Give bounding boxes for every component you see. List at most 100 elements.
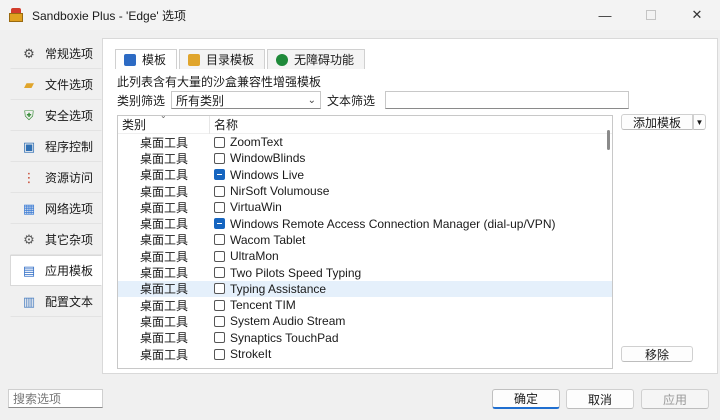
template-checkbox[interactable]: [214, 201, 225, 213]
minimize-button[interactable]: —: [582, 0, 628, 30]
item-name: StrokeIt: [230, 347, 272, 361]
dropdown-arrow-icon: ▼: [695, 117, 704, 127]
sidebar-item[interactable]: ▦ 网络选项: [10, 193, 102, 224]
template-checkbox[interactable]: [214, 169, 225, 181]
sidebar-item-label: 应用模板: [45, 264, 94, 278]
item-category: 桌面工具: [140, 331, 189, 346]
item-name: ZoomText: [230, 135, 283, 150]
tab[interactable]: 目录模板: [179, 49, 266, 69]
list-header: ⌄ 类别 名称: [118, 116, 612, 134]
sidebar-item-label: 网络选项: [45, 202, 94, 216]
column-header-name[interactable]: 名称: [210, 116, 238, 133]
template-checkbox[interactable]: [214, 283, 225, 295]
item-category: 桌面工具: [140, 135, 189, 150]
filter-row: 类别筛选 所有类别 ⌄ 文本筛选: [117, 91, 630, 109]
item-category: 桌面工具: [140, 233, 189, 248]
item-category: 桌面工具: [140, 347, 189, 362]
list-item[interactable]: 桌面工具 UltraMon: [118, 248, 612, 264]
category-filter-label: 类别筛选: [117, 93, 166, 108]
sidebar-item-label: 常规选项: [45, 47, 94, 61]
tab-bar: 模板 目录模板 无障碍功能: [115, 49, 367, 69]
sidebar-item[interactable]: ▥ 配置文本: [10, 286, 102, 317]
item-category: 桌面工具: [140, 314, 189, 329]
tab[interactable]: 无障碍功能: [267, 49, 366, 69]
template-checkbox[interactable]: [214, 315, 225, 327]
list-item[interactable]: 桌面工具 Wacom Tablet: [118, 232, 612, 248]
list-item[interactable]: 桌面工具 ZoomText: [118, 134, 612, 150]
add-template-button[interactable]: 添加模板: [621, 114, 693, 130]
add-template-dropdown-button[interactable]: ▼: [693, 114, 706, 130]
list-item[interactable]: 桌面工具 Typing Assistance: [118, 280, 612, 297]
template-checkbox[interactable]: [214, 185, 225, 197]
sidebar-item[interactable]: ▣ 程序控制: [10, 131, 102, 162]
tab-label: 无障碍功能: [294, 53, 355, 67]
item-name: System Audio Stream: [230, 314, 346, 329]
template-checkbox[interactable]: [214, 332, 225, 344]
text-filter-label: 文本筛选: [327, 93, 376, 108]
list-item[interactable]: 桌面工具 Windows Live: [118, 167, 612, 183]
template-checkbox[interactable]: [214, 136, 225, 148]
chevron-down-icon: ⌄: [307, 95, 317, 106]
list-item[interactable]: 桌面工具 VirtuaWin: [118, 199, 612, 215]
template-checkbox[interactable]: [214, 218, 225, 230]
list-item[interactable]: 桌面工具 Synaptics TouchPad: [118, 330, 612, 346]
sort-indicator-icon: ⌄: [160, 115, 167, 120]
template-checkbox[interactable]: [214, 267, 225, 279]
category-filter-select[interactable]: 所有类别 ⌄: [171, 91, 322, 109]
gear-icon: ⚙: [23, 46, 35, 61]
cancel-button[interactable]: 取消: [566, 389, 634, 409]
item-name: Two Pilots Speed Typing: [230, 265, 362, 280]
text-filter-input[interactable]: [385, 91, 630, 109]
template-list[interactable]: ⌄ 类别 名称 桌面工具 ZoomText 桌面工具 WindowBlinds 桌面工具…: [117, 115, 613, 369]
sidebar-item[interactable]: ⋮ 资源访问: [10, 162, 102, 193]
item-name: Windows Live: [230, 167, 305, 182]
template-icon: [124, 53, 136, 66]
ok-button[interactable]: 确定: [492, 389, 560, 409]
item-category: 桌面工具: [140, 266, 189, 281]
search-options-input[interactable]: 搜索选项: [8, 389, 103, 408]
apply-button: 应用: [641, 389, 709, 409]
remove-button[interactable]: 移除: [621, 346, 693, 362]
item-category: 桌面工具: [140, 282, 189, 297]
folder-template-icon: [188, 53, 201, 66]
template-checkbox[interactable]: [214, 152, 225, 164]
program-icon: ▣: [22, 139, 36, 154]
traffic-light-icon: ⋮: [22, 170, 36, 185]
tab[interactable]: 模板: [115, 49, 178, 69]
sidebar-item[interactable]: ▤ 应用模板: [10, 255, 102, 286]
template-checkbox[interactable]: [214, 348, 225, 360]
category-filter-value: 所有类别: [176, 93, 225, 108]
close-button[interactable]: ✕: [674, 0, 720, 30]
item-category: 桌面工具: [140, 249, 189, 264]
list-item[interactable]: 桌面工具 Windows Remote Access Connection Man…: [118, 215, 612, 232]
window-title: Sandboxie Plus - 'Edge' 选项: [32, 8, 186, 23]
list-item[interactable]: 桌面工具 StrokeIt: [118, 346, 612, 362]
misc-gears-icon: ⚙: [23, 232, 35, 247]
sidebar-item[interactable]: ⛨ 安全选项: [10, 100, 102, 131]
item-name: UltraMon: [230, 249, 279, 264]
list-item[interactable]: 桌面工具 Tencent TIM: [118, 297, 612, 313]
folder-icon: ▰: [24, 77, 34, 92]
template-checkbox[interactable]: [214, 299, 225, 311]
template-checkbox[interactable]: [214, 234, 225, 246]
item-name: Tencent TIM: [230, 298, 296, 313]
maximize-icon: [646, 10, 656, 20]
list-scrollbar-thumb[interactable]: [607, 130, 610, 150]
sidebar-item-label: 其它杂项: [45, 233, 94, 247]
sidebar-item[interactable]: ⚙ 其它杂项: [10, 224, 102, 255]
item-category: 桌面工具: [140, 168, 189, 183]
list-item[interactable]: 桌面工具 System Audio Stream: [118, 313, 612, 329]
list-item[interactable]: 桌面工具 Two Pilots Speed Typing: [118, 264, 612, 281]
notepad-icon: ▥: [22, 294, 36, 309]
sidebar-item-label: 安全选项: [45, 109, 94, 123]
network-icon: ▦: [22, 201, 36, 216]
sidebar-item[interactable]: ⚙ 常规选项: [10, 38, 102, 69]
templates-panel: 模板 目录模板 无障碍功能 此列表含有大量的沙盒兼容性增强模板 类别筛选 所有类别 …: [102, 38, 718, 374]
template-checkbox[interactable]: [214, 250, 225, 262]
list-item[interactable]: 桌面工具 WindowBlinds: [118, 150, 612, 166]
database-icon: ▤: [22, 263, 36, 278]
sidebar-item[interactable]: ▰ 文件选项: [10, 69, 102, 100]
item-category: 桌面工具: [140, 298, 189, 313]
item-name: Synaptics TouchPad: [230, 330, 339, 345]
list-item[interactable]: 桌面工具 NirSoft Volumouse: [118, 183, 612, 199]
